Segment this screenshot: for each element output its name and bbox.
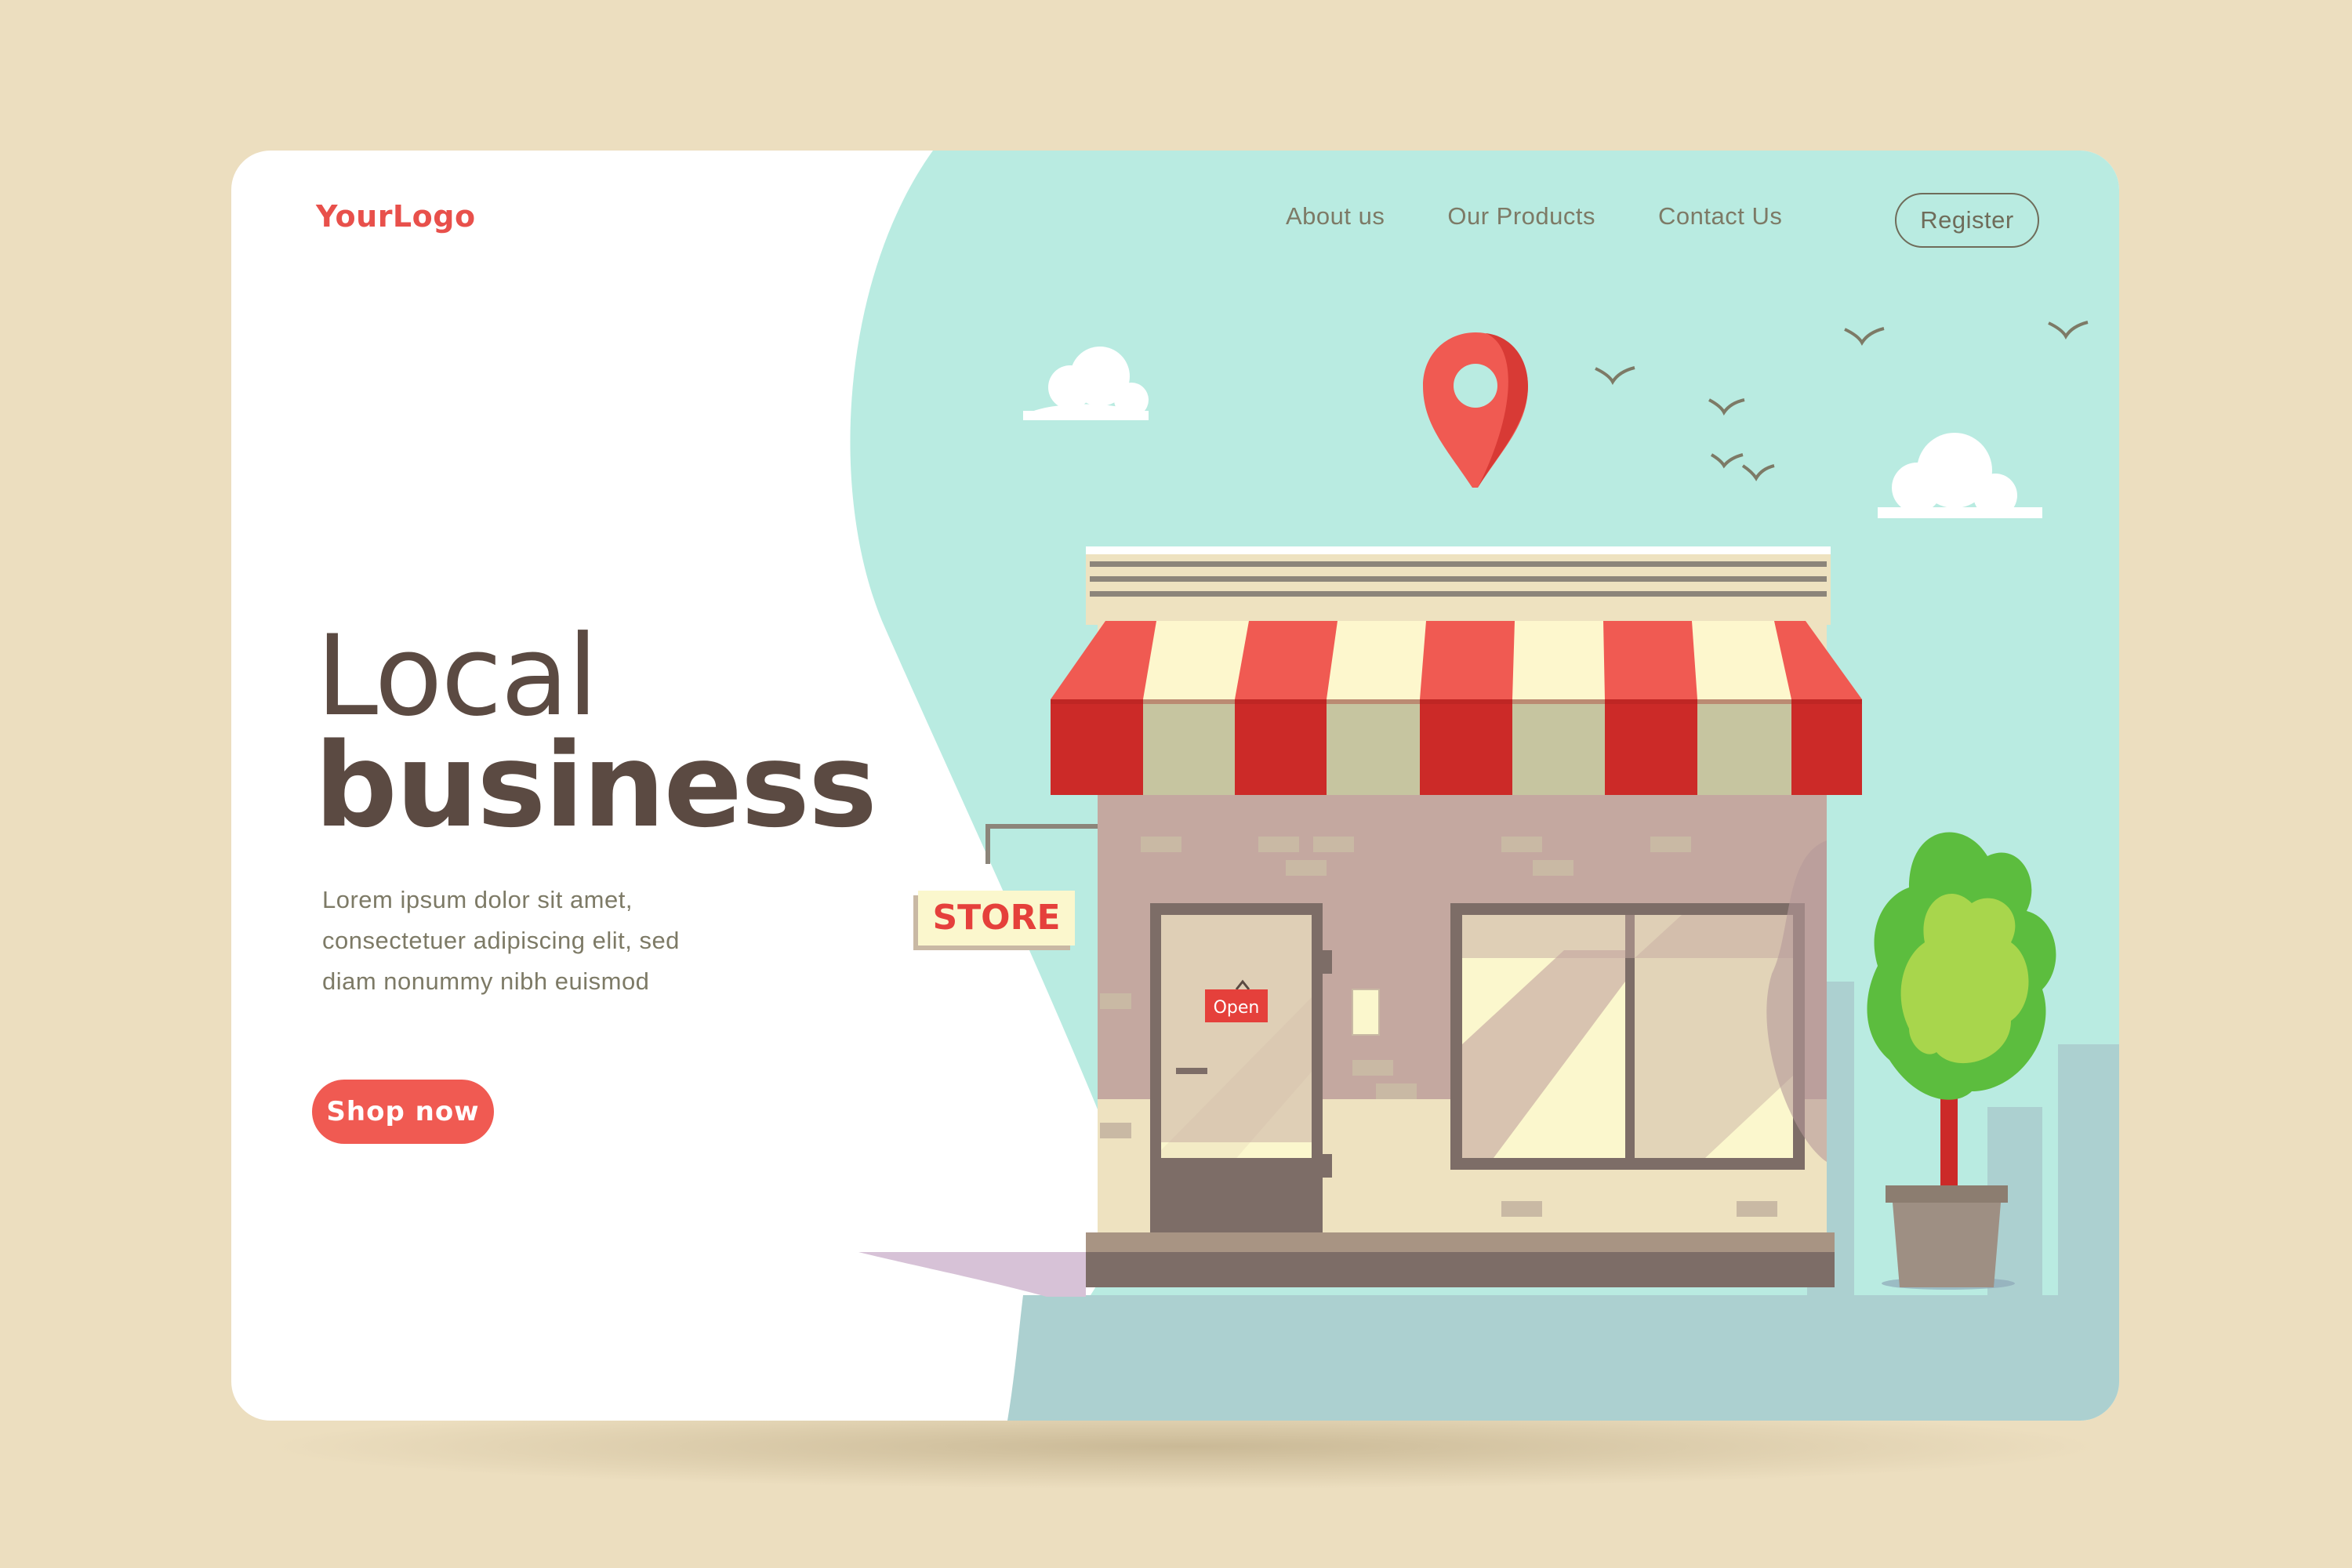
hero-description: Lorem ipsum dolor sit amet, consectetuer…	[322, 880, 793, 1002]
store-window	[1450, 903, 1805, 1170]
store-step	[1086, 1232, 1835, 1252]
roof-cornice	[1086, 546, 1831, 625]
store-shadow	[858, 1252, 1086, 1297]
striped-awning	[1051, 621, 1862, 795]
logo[interactable]: YourLogo	[316, 199, 476, 234]
nav-about-us[interactable]: About us	[1286, 202, 1385, 230]
hero-title-bold: business	[314, 718, 877, 853]
city-building	[2058, 1044, 2119, 1303]
hero-title-light: Local	[316, 612, 598, 741]
landing-page-card: Open STORE YourLogo About us Our Product…	[231, 151, 2119, 1421]
nav-contact-us[interactable]: Contact Us	[1658, 202, 1782, 230]
main-navigation: About us Our Products Contact Us	[1286, 202, 1845, 230]
description-line: Lorem ipsum dolor sit amet,	[322, 886, 633, 913]
store-sign-label: STORE	[932, 898, 1060, 938]
open-sign-label: Open	[1214, 998, 1260, 1018]
store-door	[1150, 903, 1332, 1232]
register-button[interactable]: Register	[1895, 193, 2039, 248]
wall-plaque	[1352, 989, 1380, 1036]
ground	[1007, 1295, 2119, 1421]
nav-our-products[interactable]: Our Products	[1447, 202, 1595, 230]
description-line: diam nonummy nibh euismod	[322, 967, 650, 995]
shop-now-button[interactable]: Shop now	[312, 1080, 494, 1144]
description-line: consectetuer adipiscing elit, sed	[322, 927, 680, 954]
